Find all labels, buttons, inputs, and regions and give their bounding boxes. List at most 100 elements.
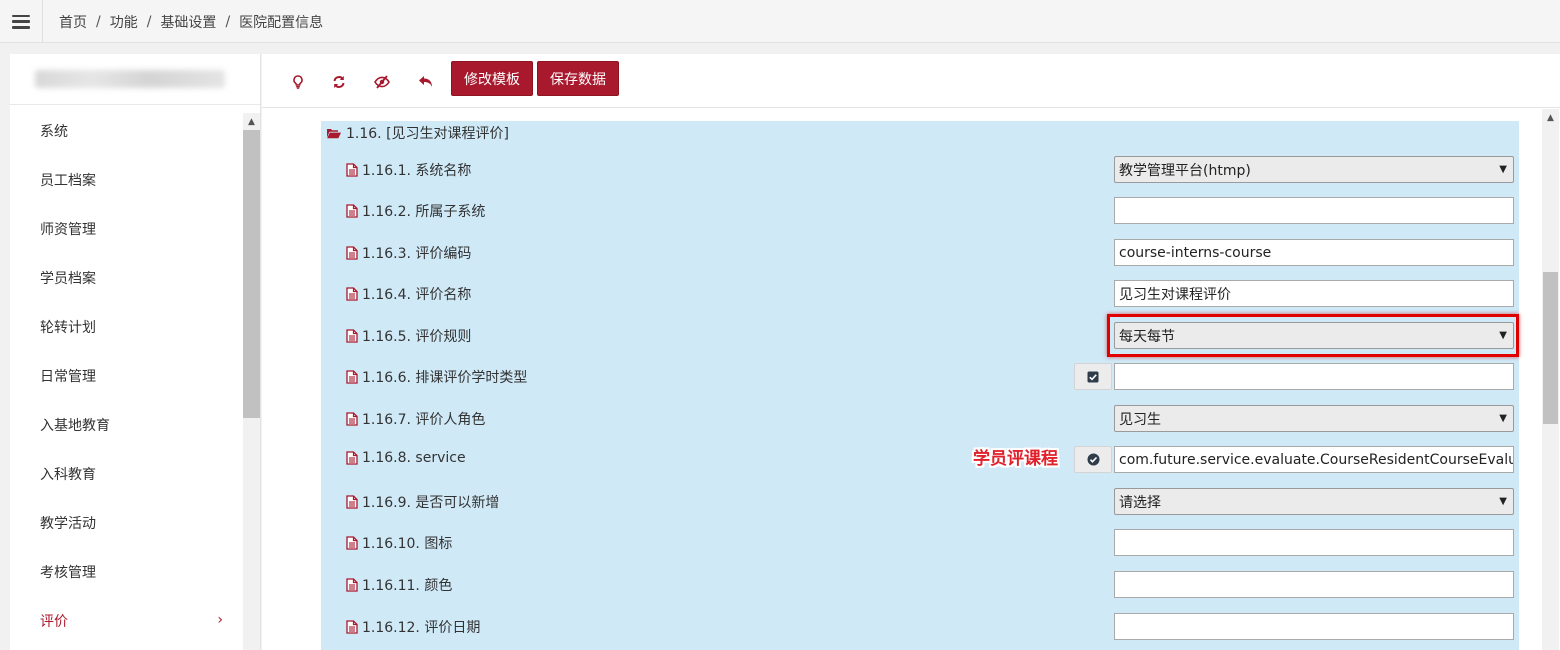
row-label-text: 1.16.7. 评价人角色 xyxy=(362,412,486,428)
breadcrumb-function[interactable]: 功能 xyxy=(110,12,138,32)
scroll-up-arrow-icon[interactable]: ▲ xyxy=(1542,109,1559,126)
config-row: 1.16.11. 颜色 xyxy=(321,569,1519,599)
breadcrumb-current: 医院配置信息 xyxy=(239,15,324,31)
subsystem-input[interactable] xyxy=(1114,197,1514,224)
sidebar-item-teaching-activities[interactable]: 教学活动 xyxy=(10,498,243,547)
sidebar-header xyxy=(10,54,260,105)
breadcrumb-separator: / xyxy=(225,14,231,30)
chevron-down-icon: ▼ xyxy=(1499,330,1507,341)
toolbar: 修改模板 保存数据 xyxy=(262,54,1560,108)
save-data-button[interactable]: 保存数据 xyxy=(537,61,619,96)
sidebar-item-label: 员工档案 xyxy=(40,172,96,189)
sidebar-item-label: 入基地教育 xyxy=(40,417,110,434)
edit-template-button[interactable]: 修改模板 xyxy=(451,61,533,96)
check-circle-icon xyxy=(1087,453,1099,466)
sidebar-item-rotation-plan[interactable]: 轮转计划 xyxy=(10,302,243,351)
breadcrumb-separator: / xyxy=(96,14,101,30)
row-label-text: 1.16.8. service xyxy=(362,450,466,466)
breadcrumb-settings[interactable]: 基础设置 xyxy=(160,12,216,32)
sidebar-item-faculty[interactable]: 师资管理 xyxy=(10,204,243,253)
document-icon xyxy=(346,246,358,260)
breadcrumb-home[interactable]: 首页 xyxy=(59,12,87,32)
evaluator-role-select[interactable]: 见习生 ▼ xyxy=(1114,405,1514,432)
config-content: 1.16. [见习生对课程评价] 1.16.1. 系统名称 教学管理平台(htm… xyxy=(262,109,1543,650)
select-value: 见习生 xyxy=(1119,411,1161,428)
row-label: 1.16.6. 排课评价学时类型 xyxy=(346,367,527,387)
document-icon xyxy=(346,451,358,465)
config-row: 1.16.3. 评价编码 course-interns-course xyxy=(321,237,1519,267)
evaluation-date-input[interactable] xyxy=(1114,613,1514,640)
sidebar-item-staff-records[interactable]: 员工档案 xyxy=(10,155,243,204)
sidebar-item-label: 评价 xyxy=(40,613,68,630)
config-row: 1.16.1. 系统名称 教学管理平台(htmp) ▼ xyxy=(321,154,1519,184)
scroll-up-arrow-icon[interactable]: ▲ xyxy=(243,113,260,130)
sidebar-item-base-education[interactable]: 入基地教育 xyxy=(10,400,243,449)
sidebar-nav: 系统 员工档案 师资管理 学员档案 轮转计划 日常管理 入基地教育 入科教育 教… xyxy=(10,106,243,645)
folder-open-icon xyxy=(327,129,341,139)
service-picker-button[interactable] xyxy=(1074,446,1112,473)
sidebar-item-daily-management[interactable]: 日常管理 xyxy=(10,351,243,400)
content-scrollbar[interactable]: ▲ xyxy=(1542,109,1559,650)
select-value: 请选择 xyxy=(1119,494,1161,511)
row-label-text: 1.16.9. 是否可以新增 xyxy=(362,495,500,511)
undo-icon[interactable] xyxy=(416,72,436,92)
evaluation-code-input[interactable]: course-interns-course xyxy=(1114,239,1514,266)
icon-input[interactable] xyxy=(1114,529,1514,556)
menu-toggle-button[interactable] xyxy=(0,0,43,43)
class-hour-type-input[interactable] xyxy=(1114,363,1514,390)
config-row: 1.16.7. 评价人角色 见习生 ▼ xyxy=(321,403,1519,433)
check-square-icon xyxy=(1087,371,1099,382)
select-value: 每天每节 xyxy=(1119,328,1175,345)
chevron-down-icon: ▼ xyxy=(1499,164,1507,175)
sidebar-scrollbar[interactable]: ▲ xyxy=(243,113,260,650)
service-input[interactable]: com.future.service.evaluate.CourseReside… xyxy=(1114,446,1514,473)
config-row: 1.16.5. 评价规则 每天每节 ▼ xyxy=(321,314,1519,357)
main-panel: 修改模板 保存数据 1.16. [见习生对课程评价] 1.16.1. 系统名称 … xyxy=(262,54,1560,650)
sidebar-item-system[interactable]: 系统 xyxy=(10,106,243,155)
row-label: 1.16.7. 评价人角色 xyxy=(346,409,485,429)
sidebar-item-label: 学员档案 xyxy=(40,270,96,287)
hamburger-icon xyxy=(12,14,30,29)
system-name-select[interactable]: 教学管理平台(htmp) ▼ xyxy=(1114,156,1514,183)
lightbulb-icon[interactable] xyxy=(288,72,308,92)
row-label: 1.16.3. 评价编码 xyxy=(346,243,471,263)
row-label: 1.16.5. 评价规则 xyxy=(346,326,471,346)
sidebar-item-label: 入科教育 xyxy=(40,466,96,483)
document-icon xyxy=(346,204,358,218)
eye-slash-icon[interactable] xyxy=(372,72,392,92)
checkbox-picker-button[interactable] xyxy=(1074,363,1112,390)
annotation-label: 学员评课程 xyxy=(973,449,1058,469)
allow-add-select[interactable]: 请选择 ▼ xyxy=(1114,488,1514,515)
chevron-down-icon: ▼ xyxy=(1499,496,1507,507)
scrollbar-thumb[interactable] xyxy=(243,130,260,418)
chevron-down-icon: ▼ xyxy=(1499,413,1507,424)
row-label-text: 1.16.2. 所属子系统 xyxy=(362,204,486,220)
sidebar-item-assessment[interactable]: 考核管理 xyxy=(10,547,243,596)
sidebar-item-label: 教学活动 xyxy=(40,515,96,532)
document-icon xyxy=(346,578,358,592)
sidebar: 系统 员工档案 师资管理 学员档案 轮转计划 日常管理 入基地教育 入科教育 教… xyxy=(10,54,261,650)
refresh-icon[interactable] xyxy=(329,72,349,92)
group-title[interactable]: 1.16. [见习生对课程评价] xyxy=(326,123,509,143)
row-label-text: 1.16.12. 评价日期 xyxy=(362,620,481,636)
hospital-name-blurred xyxy=(35,70,225,88)
sidebar-item-label: 师资管理 xyxy=(40,221,96,238)
row-label-text: 1.16.6. 排课评价学时类型 xyxy=(362,370,528,386)
sidebar-item-student-records[interactable]: 学员档案 xyxy=(10,253,243,302)
row-label-text: 1.16.3. 评价编码 xyxy=(362,246,472,262)
row-label: 1.16.1. 系统名称 xyxy=(346,160,471,180)
sidebar-item-label: 日常管理 xyxy=(40,368,96,385)
document-icon xyxy=(346,495,358,509)
row-label: 1.16.2. 所属子系统 xyxy=(346,201,485,221)
color-input[interactable] xyxy=(1114,571,1514,598)
row-label-text: 1.16.11. 颜色 xyxy=(362,578,453,594)
sidebar-item-evaluation[interactable]: 评价 › xyxy=(10,596,243,645)
config-row: 1.16.8. service 学员评课程 com.future.service… xyxy=(321,444,1519,474)
evaluation-rule-select[interactable]: 每天每节 ▼ xyxy=(1114,322,1514,349)
evaluation-name-input[interactable]: 见习生对课程评价 xyxy=(1114,280,1514,307)
row-label: 1.16.4. 评价名称 xyxy=(346,284,471,304)
sidebar-item-department-education[interactable]: 入科教育 xyxy=(10,449,243,498)
scrollbar-thumb[interactable] xyxy=(1543,272,1558,424)
row-label: 1.16.10. 图标 xyxy=(346,533,452,553)
row-label-text: 1.16.5. 评价规则 xyxy=(362,329,472,345)
